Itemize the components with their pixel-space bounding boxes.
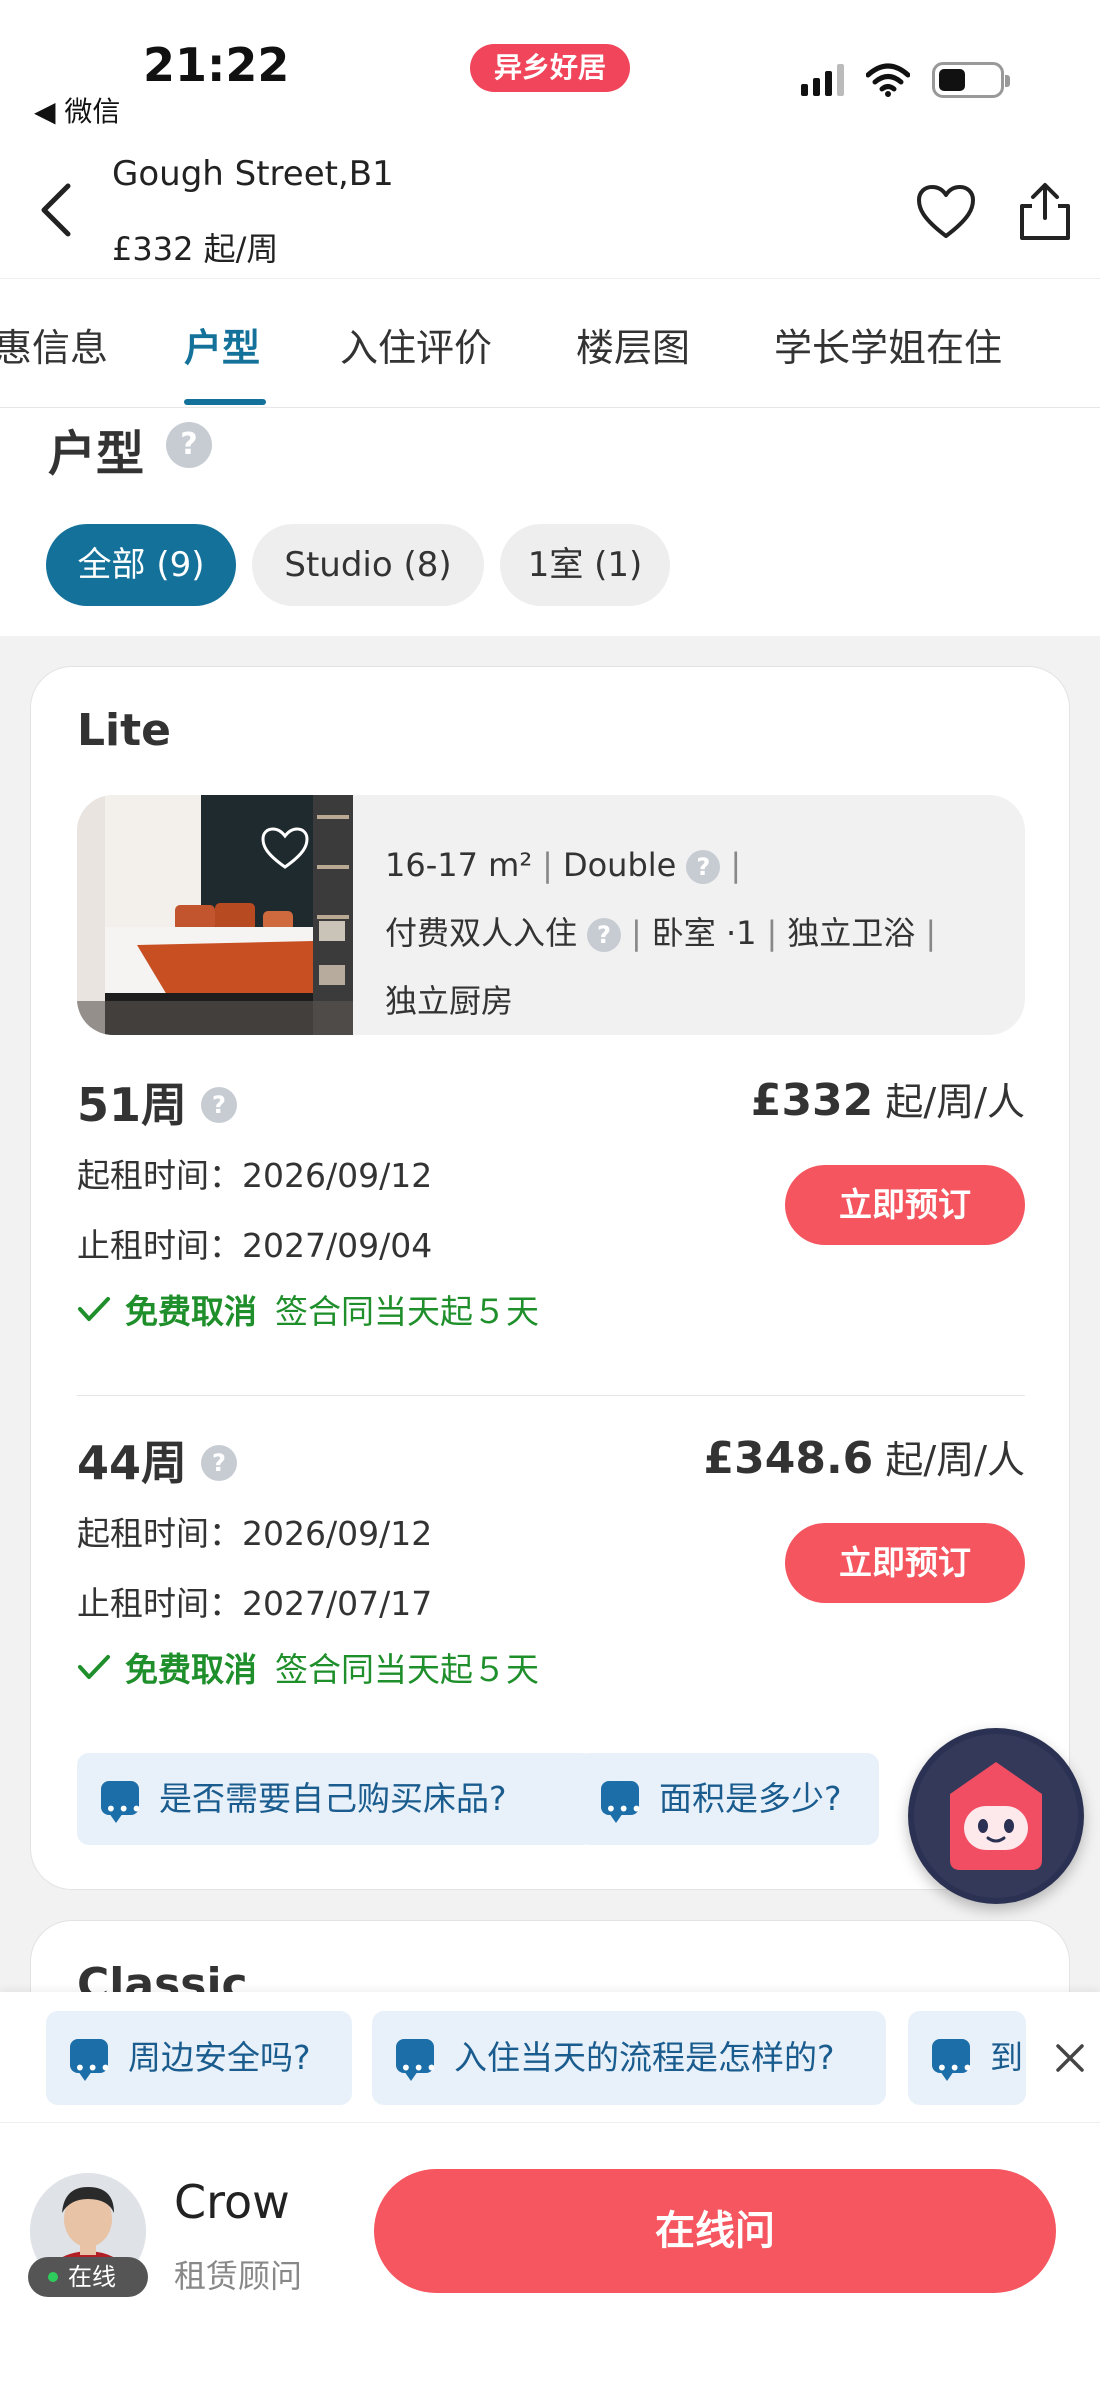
lease-price: £332 起/周/人 bbox=[751, 1071, 1025, 1126]
tab-room-types[interactable]: 户型 bbox=[184, 317, 260, 372]
kitchen-type: 独立厨房 bbox=[385, 982, 514, 1020]
price-unit: 起/周/人 bbox=[885, 1438, 1025, 1482]
system-icons bbox=[801, 62, 1010, 98]
lease-plan: 44周? £348.6 起/周/人 起租时间：2026/09/12 止租时间：2… bbox=[77, 1427, 1026, 1689]
lease-end-date: 止租时间：2027/09/04 bbox=[77, 1226, 433, 1265]
help-icon[interactable]: ? bbox=[201, 1086, 238, 1123]
brand-badge: 异乡好居 bbox=[470, 44, 630, 92]
section-tabs: 惠信息 户型 入住评价 楼层图 学长学姐在住 bbox=[0, 278, 1100, 408]
tab-reviews[interactable]: 入住评价 bbox=[340, 317, 492, 372]
bedroom-count: 卧室 ·1 bbox=[651, 914, 757, 952]
lease-price: £348.6 起/周/人 bbox=[704, 1429, 1026, 1484]
lease-weeks-label: 44周 bbox=[77, 1436, 188, 1490]
question-chip-bedding[interactable]: 是否需要自己购买床品? bbox=[77, 1753, 593, 1855]
tabs-fade bbox=[1070, 279, 1100, 407]
chat-bubble-icon bbox=[70, 2021, 112, 2115]
free-cancellation: 免费取消 签合同当天起５天 bbox=[77, 1285, 539, 1333]
help-icon[interactable]: ? bbox=[686, 850, 721, 884]
checkmark-icon bbox=[78, 1297, 110, 1321]
tab-senior-residents[interactable]: 学长学姐在住 bbox=[774, 317, 1002, 372]
favorite-heart-icon[interactable] bbox=[916, 184, 976, 240]
separator: | bbox=[925, 914, 937, 952]
lease-start-date: 起租时间：2026/09/12 bbox=[77, 1514, 433, 1553]
book-now-button[interactable]: 立即预订 bbox=[785, 1523, 1025, 1603]
question-text: 入住当天的流程是怎样的? bbox=[454, 2038, 835, 2077]
question-text: 面积是多少? bbox=[659, 1779, 842, 1818]
agent-name: Crow bbox=[174, 2175, 290, 2229]
close-icon[interactable] bbox=[1052, 2040, 1088, 2076]
tab-offers[interactable]: 惠信息 bbox=[0, 317, 108, 372]
room-type-title: Lite bbox=[77, 705, 171, 756]
price-value: £332 bbox=[750, 1075, 874, 1126]
status-time: 21:22 bbox=[143, 38, 290, 92]
cancel-label: 免费取消 bbox=[125, 1650, 257, 1689]
chevron-left-icon bbox=[41, 183, 71, 237]
tab-active-indicator bbox=[184, 399, 266, 405]
tab-floor-plan[interactable]: 楼层图 bbox=[576, 317, 690, 372]
lease-start-date: 起租时间：2026/09/12 bbox=[77, 1156, 433, 1195]
signal-icon bbox=[801, 64, 844, 96]
battery-icon bbox=[932, 62, 1010, 98]
back-to-wechat[interactable]: ◀ 微信 bbox=[34, 90, 120, 130]
lease-end-date: 止租时间：2027/07/17 bbox=[77, 1584, 433, 1623]
separator: | bbox=[631, 914, 642, 952]
filter-all[interactable]: 全部 (9) bbox=[46, 524, 236, 606]
room-photo[interactable] bbox=[77, 795, 353, 1035]
cancel-note: 签合同当天起５天 bbox=[275, 1292, 539, 1331]
online-status-badge: 在线 bbox=[28, 2257, 148, 2297]
bottom-contact-bar: 在线 Crow 租赁顾问 在线问 bbox=[0, 2122, 1100, 2392]
room-summary[interactable]: 16-17 m² | Double? | 付费双人入住? | 卧室 ·1 | 独立卫浴 | 独立… bbox=[77, 795, 1025, 1035]
occupancy: 付费双人入住 bbox=[385, 914, 578, 952]
lease-weeks: 44周? bbox=[77, 1427, 238, 1493]
share-icon[interactable] bbox=[1016, 180, 1074, 242]
ai-assistant-button[interactable] bbox=[908, 1728, 1084, 1904]
separator: | bbox=[542, 846, 553, 884]
lease-weeks: 51周? bbox=[77, 1069, 238, 1135]
room-area: 16-17 m² bbox=[385, 846, 533, 884]
lease-weeks-label: 51周 bbox=[77, 1078, 188, 1132]
cancel-note: 签合同当天起５天 bbox=[275, 1650, 539, 1689]
separator: | bbox=[766, 914, 778, 952]
filter-one-bedroom[interactable]: 1室 (1) bbox=[500, 524, 670, 606]
question-text: 是否需要自己购买床品? bbox=[159, 1779, 507, 1818]
room-type-card: Lite 16-17 m² | Double ? | 付费双人入住 ? | 卧室… bbox=[30, 666, 1070, 1890]
property-price: £332 起/周 bbox=[112, 230, 279, 268]
quick-question-checkin[interactable]: 入住当天的流程是怎样的? bbox=[372, 2011, 886, 2115]
free-cancellation: 免费取消 签合同当天起５天 bbox=[77, 1643, 539, 1691]
help-icon[interactable]: ? bbox=[587, 918, 622, 952]
question-text: 到 bbox=[990, 2038, 1023, 2077]
quick-question-more[interactable]: 到 bbox=[908, 2011, 1026, 2115]
cancel-label: 免费取消 bbox=[125, 1292, 257, 1331]
bed-type: Double bbox=[562, 846, 677, 884]
room-details: 16-17 m² | Double? | 付费双人入住? | 卧室 ·1 | 独立卫浴 | 独立… bbox=[385, 831, 946, 1035]
help-icon[interactable]: ? bbox=[166, 422, 212, 468]
chat-bubble-icon bbox=[396, 2021, 438, 2115]
property-name: Gough Street,B1 bbox=[112, 154, 394, 194]
price-value: £348.6 bbox=[703, 1433, 874, 1484]
agent-role: 租赁顾问 bbox=[174, 2257, 303, 2295]
section-title: 户型 bbox=[48, 426, 145, 482]
quick-questions-bar: 周边安全吗? 入住当天的流程是怎样的? 到 bbox=[0, 1992, 1100, 2122]
status-bar: 21:22 ◀ 微信 异乡好居 bbox=[0, 0, 1100, 150]
question-chip-area[interactable]: 面积是多少? bbox=[577, 1753, 879, 1855]
bathroom-type: 独立卫浴 bbox=[787, 914, 916, 952]
wifi-icon bbox=[866, 63, 910, 97]
online-ask-button[interactable]: 在线问 bbox=[374, 2169, 1056, 2293]
chat-bubble-icon bbox=[101, 1763, 143, 1855]
lease-plan: 51周? £332 起/周/人 起租时间：2026/09/12 止租时间：202… bbox=[77, 1069, 1025, 1331]
price-unit: 起/周/人 bbox=[885, 1080, 1025, 1124]
book-now-button[interactable]: 立即预订 bbox=[785, 1165, 1025, 1245]
filter-studio[interactable]: Studio (8) bbox=[252, 524, 484, 606]
quick-question-safety[interactable]: 周边安全吗? bbox=[46, 2011, 352, 2115]
question-text: 周边安全吗? bbox=[128, 2038, 311, 2077]
checkmark-icon bbox=[78, 1655, 110, 1679]
divider bbox=[77, 1395, 1025, 1396]
chat-bubble-icon bbox=[601, 1763, 643, 1855]
back-button[interactable] bbox=[38, 180, 82, 240]
chat-bubble-icon bbox=[932, 2021, 974, 2115]
help-icon[interactable]: ? bbox=[201, 1444, 238, 1481]
separator: | bbox=[730, 846, 742, 884]
